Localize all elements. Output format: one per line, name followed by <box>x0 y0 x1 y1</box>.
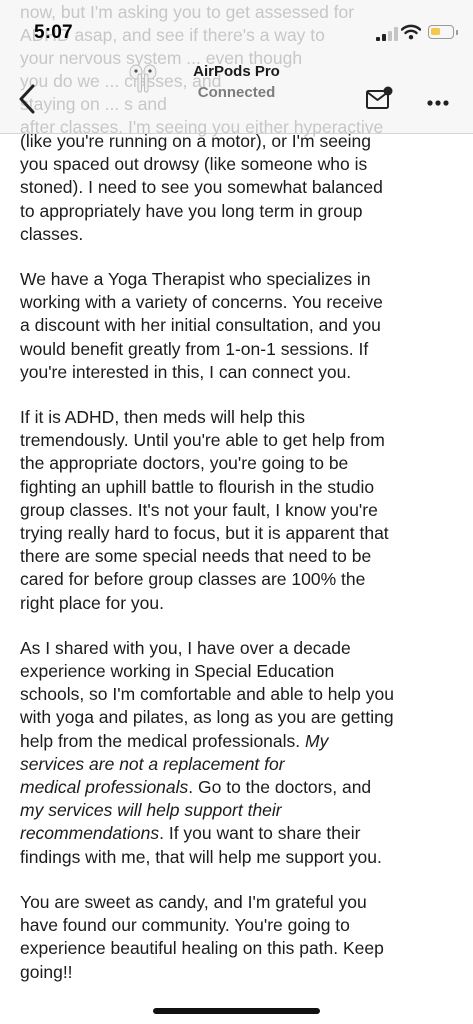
status-bar: 5:07 <box>0 0 473 56</box>
message-line: a discount with her initial consultation… <box>20 315 381 336</box>
message-line: going!! <box>20 961 73 982</box>
message-line: services are not a replacement for <box>20 753 460 776</box>
message-line: you're interested in this, I can connect… <box>20 361 352 382</box>
home-indicator[interactable] <box>153 1008 320 1014</box>
message-line: cared for before group classes are 100% … <box>20 569 366 590</box>
background-text-line: after classes. I'm seeing you either hyp… <box>20 117 384 137</box>
message-line: you spaced out drowsy (like someone who … <box>20 154 368 175</box>
message-line: recommendations. If you want to share th… <box>20 822 460 845</box>
more-icon <box>427 100 449 106</box>
message-paragraph: If it is ADHD, then meds will help this t… <box>20 406 460 615</box>
message-line: right place for you. <box>20 592 164 613</box>
message-text-segment: findings with me, that will help me supp… <box>20 846 382 867</box>
message-line: there are some special needs that need t… <box>20 546 372 567</box>
message-text-segment: services are not a replacement for <box>20 753 285 774</box>
signal-icon <box>376 27 398 41</box>
message-line: trying really hard to focus, but it is a… <box>20 523 389 544</box>
message-text-segment: help from the medical professionals. <box>20 730 305 751</box>
message-text-segment: with yoga and pilates, as long as you ar… <box>20 707 394 728</box>
message-line: medical professionals. Go to the doctors… <box>20 776 460 799</box>
message-line: fighting an uphill battle to flourish in… <box>20 476 375 497</box>
device-name: AirPods Pro <box>193 63 280 80</box>
message-line: help from the medical professionals. My <box>20 730 460 753</box>
message-line: schools, so I'm comfortable and able to … <box>20 683 460 706</box>
message-line: experience working in Special Education <box>20 660 460 683</box>
message-text-segment: As I shared with you, I have over a deca… <box>20 637 351 658</box>
more-button[interactable] <box>427 94 449 106</box>
message-line: have found our community. You're going t… <box>20 915 350 936</box>
message-text-segment: My <box>305 730 329 751</box>
battery-icon <box>428 25 454 39</box>
battery-tip <box>456 30 458 35</box>
message-line: to appropriately have you long term in g… <box>20 200 363 221</box>
message-text-segment: medical professionals <box>20 777 189 798</box>
message-line: tremendously. Until you're able to get h… <box>20 430 385 451</box>
message-line: If it is ADHD, then meds will help this <box>20 407 305 428</box>
message-line: the appropriate doctors, you're going to… <box>20 453 349 474</box>
message-paragraph: You are sweet as candy, and I'm grateful… <box>20 891 460 984</box>
message-paragraph: We have a Yoga Therapist who specializes… <box>20 268 460 384</box>
wifi-icon <box>401 24 421 40</box>
device-status: Connected <box>197 84 276 101</box>
message-line: with yoga and pilates, as long as you ar… <box>20 706 460 729</box>
message-text-segment: experience working in Special Education <box>20 661 335 682</box>
message-line: We have a Yoga Therapist who specializes… <box>20 269 371 290</box>
message-line: classes. <box>20 223 84 244</box>
message-text-segment: . If you want to share their <box>159 823 361 844</box>
message-line: working with a variety of concerns. You … <box>20 292 383 313</box>
status-time: 5:07 <box>34 22 73 43</box>
message-paragraph: (like you're running on a motor), or I'm… <box>20 130 460 246</box>
mail-unread-icon <box>366 86 393 109</box>
message-line: You are sweet as candy, and I'm grateful… <box>20 891 367 912</box>
message-line: findings with me, that will help me supp… <box>20 846 460 869</box>
message-line: would benefit greatly from 1-on-1 sessio… <box>20 338 369 359</box>
message-body: (like you're running on a motor), or I'm… <box>20 130 460 1006</box>
message-line: group classes. It's not your fault, I kn… <box>20 499 378 520</box>
message-text-segment: . Go to the doctors, and <box>188 777 372 798</box>
battery-level <box>431 28 440 35</box>
message-text-segment: recommendations <box>20 823 160 844</box>
message-text-segment: my services will help support their <box>20 800 282 821</box>
message-line: experience beautiful healing on this pat… <box>20 938 384 959</box>
message-line: my services will help support their <box>20 799 460 822</box>
message-text-segment: schools, so I'm comfortable and able to … <box>20 684 394 705</box>
message-line: As I shared with you, I have over a deca… <box>20 637 460 660</box>
message-paragraph: As I shared with you, I have over a deca… <box>20 637 460 869</box>
message-line: stoned). I need to see you somewhat bala… <box>20 177 383 198</box>
mail-button[interactable] <box>365 86 393 110</box>
